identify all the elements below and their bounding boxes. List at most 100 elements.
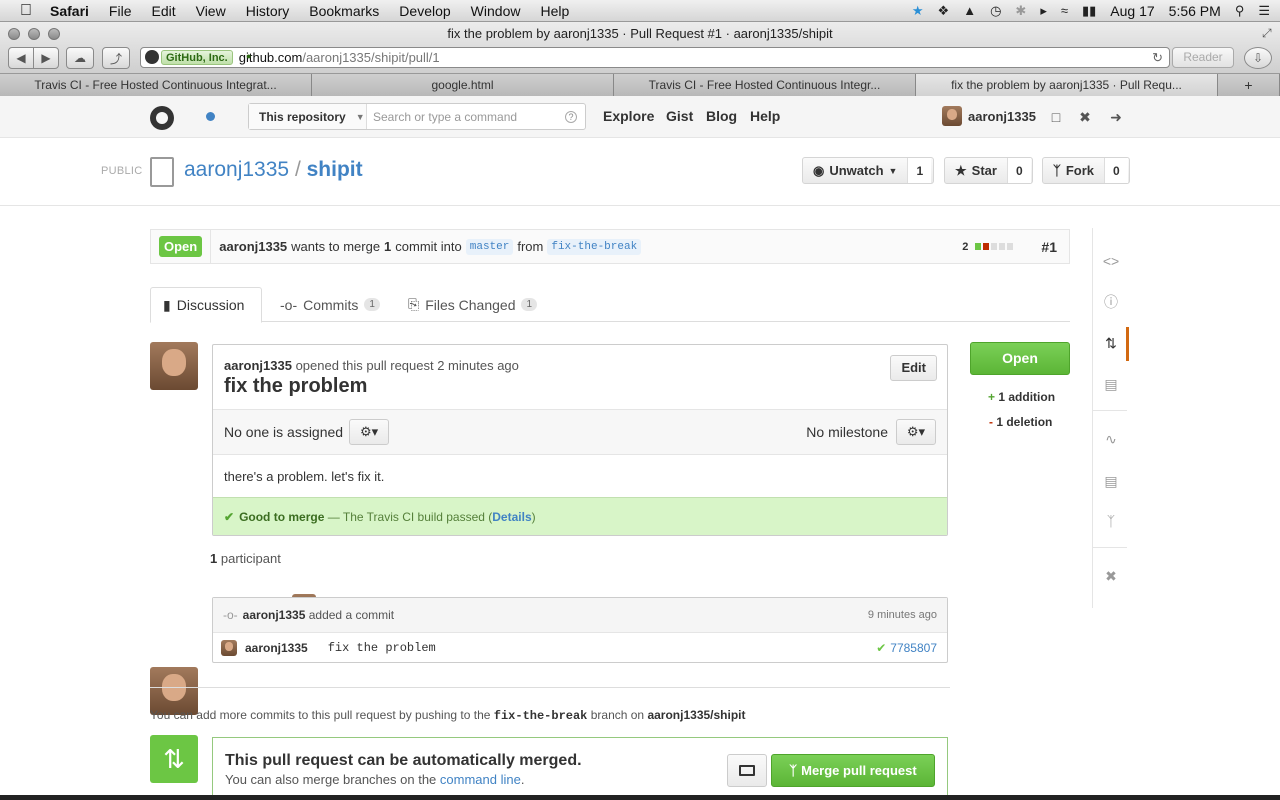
pr-author-link[interactable]: aaronj1335 [219,239,287,254]
share-button[interactable]: ⤴ [102,47,130,69]
avatar[interactable] [150,342,198,390]
menu-window[interactable]: Window [461,3,531,19]
menu-view[interactable]: View [186,3,236,19]
menu-bookmarks[interactable]: Bookmarks [299,3,389,19]
wiki-icon[interactable]: ▤ [1102,375,1120,393]
comment-author-link[interactable]: aaronj1335 [224,358,292,373]
base-branch-label[interactable]: master [465,238,514,255]
watchers-count[interactable]: 1 [907,158,932,183]
nav-explore[interactable]: Explore [603,108,654,124]
menu-file[interactable]: File [99,3,142,19]
avatar[interactable] [221,640,237,656]
merge-pull-request-button[interactable]: ᛉ Merge pull request [771,754,935,787]
merge-status-bold: Good to merge [239,509,325,524]
search-scope-dropdown[interactable]: This repository ▼ [249,104,367,129]
address-bar[interactable]: GitHub, Inc. ● github.com/aaronj1335/shi… [140,47,1170,68]
graphs-icon[interactable]: ▤ [1102,472,1120,490]
wifi-icon[interactable]: ≈ [1061,3,1068,18]
head-branch-label[interactable]: fix-the-break [547,238,642,255]
search-input[interactable]: Search or type a command [367,110,565,124]
dropbox-icon[interactable]: ❖ [938,3,950,19]
diffstat[interactable]: 2 [962,241,1014,253]
volume-icon[interactable]: ▸ [1040,3,1047,19]
notification-center-icon[interactable]: ☰ [1258,3,1270,19]
nav-blog[interactable]: Blog [706,108,737,124]
bluetooth-icon[interactable]: ✱ [1015,3,1026,19]
icloud-tabs-button[interactable]: ☁ [66,47,94,69]
repo-owner-link[interactable]: aaronj1335 [184,158,289,181]
fork-button[interactable]: ᛉ Fork 0 [1042,157,1130,184]
commit-icon: -o- [223,608,238,622]
ci-passed-check-icon[interactable]: ✔ [876,641,886,655]
commit-author-link[interactable]: aaronj1335 [245,641,308,655]
repo-name-link[interactable]: shipit [307,158,363,181]
spotlight-search-icon[interactable]: ⚲ [1235,3,1245,19]
menubar-time[interactable]: 5:56 PM [1169,3,1221,19]
github-octocat-logo-icon[interactable] [150,106,174,130]
tab-commits[interactable]: -o- Commits 1 [268,287,392,322]
menu-help[interactable]: Help [530,3,579,19]
menu-develop[interactable]: Develop [389,3,460,19]
diffstat-del-block [983,243,990,250]
notification-bell-icon[interactable]: ▲ [963,3,976,18]
additions-stat: + 1 addition [988,390,1055,404]
commit-event-author-link[interactable]: aaronj1335 [243,608,306,622]
tab-files-changed[interactable]: ⎘ Files Changed 1 [396,287,549,322]
user-profile-link[interactable]: aaronj1335 [942,106,1036,126]
reload-icon[interactable]: ↻ [1152,50,1163,66]
caret-down-icon: ▼ [355,111,365,122]
search-help-icon[interactable]: ? [565,110,577,123]
star-button[interactable]: ★ Star 0 [944,157,1033,184]
apple-menu-icon[interactable]:  [0,2,40,20]
tab-pull-request[interactable]: fix the problem by aaronj1335 · Pull Req… [916,74,1218,96]
desktop-edge [0,795,1280,800]
forward-button[interactable]: ▶ [33,47,59,69]
menu-history[interactable]: History [236,3,300,19]
battery-icon[interactable]: ▮▮ [1082,3,1096,19]
command-line-instructions-button[interactable] [727,754,767,787]
settings-tools-icon[interactable]: ✖ [1102,567,1120,585]
pulse-icon[interactable]: ∿ [1102,430,1120,448]
ev-certificate-badge[interactable]: GitHub, Inc. [161,50,233,65]
command-line-link[interactable]: command line [440,772,521,787]
pr-state-button[interactable]: Open [970,342,1070,375]
menu-app-safari[interactable]: Safari [40,3,99,19]
notification-dot-icon[interactable] [206,112,215,121]
issues-icon[interactable]: ⓘ [1102,293,1120,311]
commit-message-link[interactable]: fix the problem [328,641,436,655]
pr-commit-count: 1 [384,239,392,254]
twitter-icon[interactable]: ★ [912,3,924,19]
network-icon[interactable]: ᛉ [1102,512,1120,530]
pull-requests-icon[interactable]: ⇅ [1102,334,1120,352]
time-machine-icon[interactable]: ◷ [990,3,1001,19]
tab-travis-1[interactable]: Travis CI - Free Hosted Continuous Integ… [0,74,312,96]
back-button[interactable]: ◀ [8,47,34,69]
tab-google[interactable]: google.html [312,74,614,96]
unwatch-button[interactable]: ◉ Unwatch ▼ 1 [802,157,934,184]
repo-title: aaronj1335 / shipit [184,158,363,182]
divider [1093,410,1127,411]
new-tab-button[interactable]: + [1218,74,1280,96]
star-icon: ★ [955,162,967,178]
menu-edit[interactable]: Edit [141,3,185,19]
assignee-gear-button[interactable]: ⚙▾ [349,419,390,445]
milestone-gear-button[interactable]: ⚙▾ [896,419,936,445]
account-settings-icon[interactable]: ✖ [1077,109,1093,125]
nav-help[interactable]: Help [750,108,780,124]
downloads-button[interactable]: ⇩ [1244,47,1272,69]
tab-discussion[interactable]: ▮ Discussion [150,287,262,323]
notifications-icon[interactable]: □ [1048,109,1064,125]
ci-details-link[interactable]: Details [492,510,531,524]
forks-count[interactable]: 0 [1103,158,1128,183]
sign-out-icon[interactable]: ➜ [1108,109,1124,125]
reader-button[interactable]: Reader [1172,47,1234,68]
commit-sha-link[interactable]: 7785807 [890,641,937,655]
code-icon[interactable]: <> [1102,252,1120,270]
tab-travis-2[interactable]: Travis CI - Free Hosted Continuous Integ… [614,74,916,96]
menubar-date[interactable]: Aug 17 [1110,3,1154,19]
fullscreen-icon[interactable]: ⤢ [1262,26,1272,41]
repo-side-nav [1092,228,1128,608]
edit-button[interactable]: Edit [890,355,937,381]
nav-gist[interactable]: Gist [666,108,693,124]
stars-count[interactable]: 0 [1006,158,1031,183]
